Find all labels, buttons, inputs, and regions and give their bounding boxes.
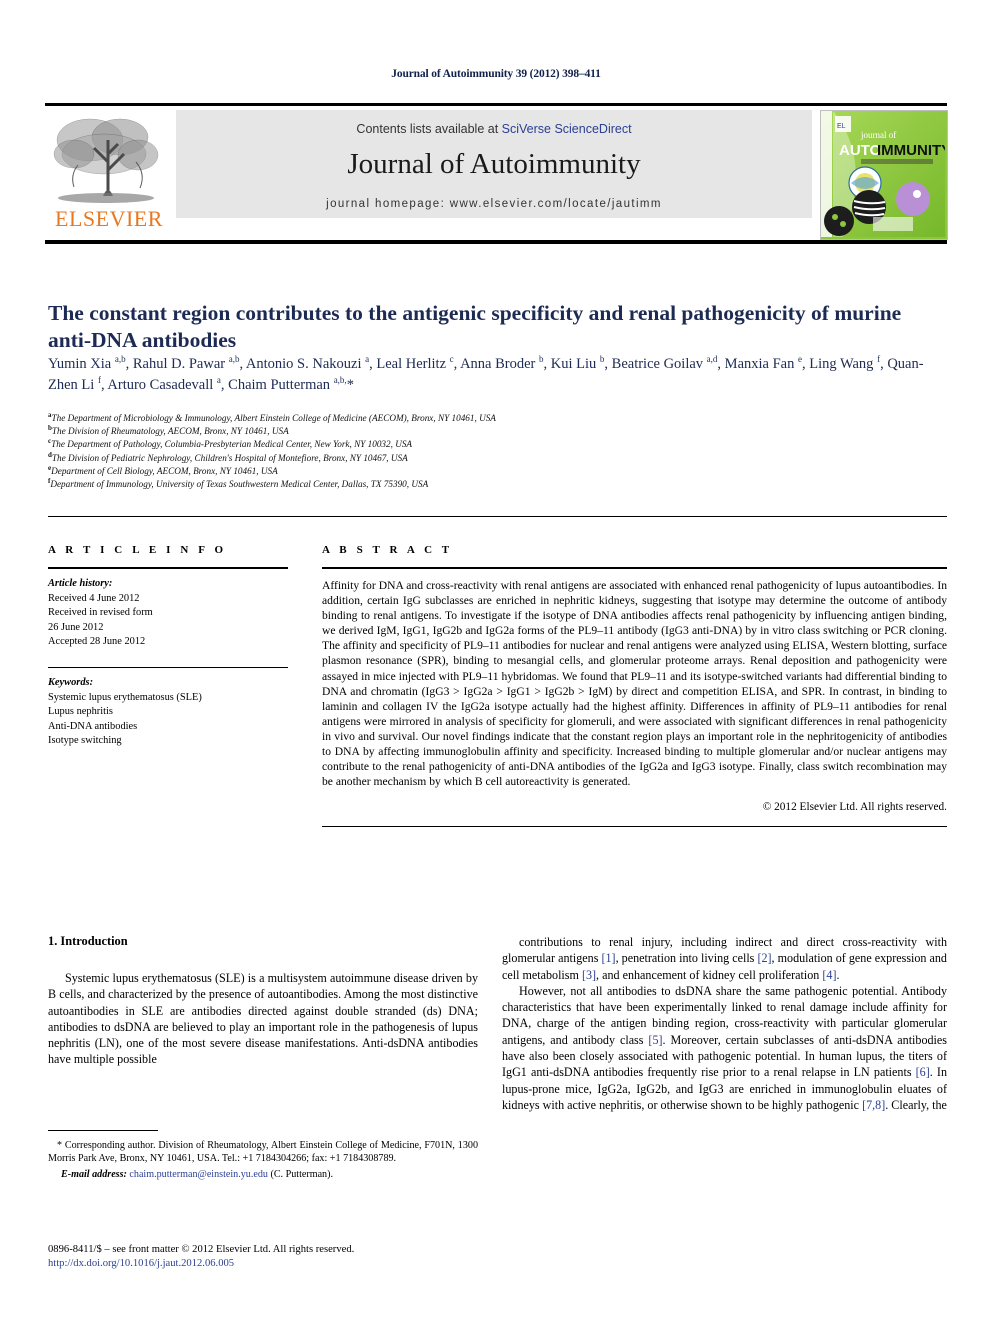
affiliation-text: Department of Immunology, University of …: [50, 479, 429, 490]
sciencedirect-link[interactable]: SciVerse ScienceDirect: [502, 122, 632, 136]
keyword-item: Systemic lupus erythematosus (SLE): [48, 691, 202, 703]
svg-text:journal of: journal of: [860, 130, 896, 140]
introduction-right-column: contributions to renal injury, including…: [502, 934, 947, 1113]
article-history-label: Article history:: [48, 578, 113, 589]
masthead-top-rule: [45, 103, 947, 106]
footnote-block: * Corresponding author. Division of Rheu…: [48, 1139, 478, 1181]
affiliation-item: aThe Department of Microbiology & Immuno…: [48, 411, 748, 425]
affiliation-text: Department of Cell Biology, AECOM, Bronx…: [51, 465, 278, 476]
keyword-item: Lupus nephritis: [48, 706, 113, 718]
journal-title: Journal of Autoimmunity: [347, 148, 641, 180]
article-history-line: Received 4 June 2012: [48, 592, 140, 604]
page-title: The constant region contributes to the a…: [48, 301, 902, 353]
introduction-left-column: 1. Introduction Systemic lupus erythemat…: [48, 934, 478, 1068]
svg-text:EL: EL: [837, 123, 846, 130]
footnote-rule: [48, 1130, 158, 1131]
article-info-heading-rule: [48, 567, 288, 569]
abstract-section-rule: [48, 516, 947, 517]
affiliation-item: bThe Division of Rheumatology, AECOM, Br…: [48, 425, 748, 438]
running-head: Journal of Autoimmunity 39 (2012) 398–41…: [391, 68, 601, 80]
contents-list-prefix: Contents lists available at: [356, 122, 502, 136]
article-info-column: A R T I C L E I N F O Article history: R…: [48, 544, 288, 749]
affiliation-item: dThe Division of Pediatric Nephrology, C…: [48, 451, 748, 465]
introduction-paragraph: Systemic lupus erythematosus (SLE) is a …: [48, 971, 478, 1067]
issn-doi-block: 0896-8411/$ – see front matter © 2012 El…: [48, 1243, 518, 1271]
journal-cover-thumbnail: EL journal of AUTO IMMUNITY: [820, 110, 948, 240]
article-history-line: Accepted 28 June 2012: [48, 636, 146, 648]
affiliation-text: The Department of Microbiology & Immunol…: [51, 413, 496, 423]
doi-link[interactable]: http://dx.doi.org/10.1016/j.jaut.2012.06…: [48, 1257, 518, 1271]
contents-list-line: Contents lists available at SciVerse Sci…: [176, 110, 812, 136]
introduction-paragraph: However, not all antibodies to dsDNA sha…: [502, 983, 947, 1112]
abstract-bottom-rule: [322, 826, 947, 828]
journal-masthead: Contents lists available at SciVerse Sci…: [176, 110, 812, 218]
abstract-column: A B S T R A C T Affinity for DNA and cro…: [322, 544, 947, 828]
abstract-heading: A B S T R A C T: [322, 544, 453, 556]
abstract-text: Affinity for DNA and cross-reactivity wi…: [322, 579, 947, 789]
email-label: E-mail address:: [61, 1168, 127, 1180]
affiliation-list: aThe Department of Microbiology & Immuno…: [48, 411, 748, 491]
masthead-bottom-rule: [45, 240, 947, 244]
affiliation-text: The Division of Rheumatology, AECOM, Bro…: [51, 426, 289, 437]
corresponding-author-note: * Corresponding author. Division of Rheu…: [48, 1140, 478, 1165]
elsevier-wordmark: ELSEVIER: [55, 206, 163, 231]
affiliation-text: The Department of Pathology, Columbia-Pr…: [51, 439, 413, 450]
email-note: E-mail address: chaim.putterman@einstein…: [48, 1168, 478, 1181]
elsevier-tree-icon: [48, 110, 170, 208]
svg-text:IMMUNITY: IMMUNITY: [877, 142, 945, 159]
issn-line: 0896-8411/$ – see front matter © 2012 El…: [48, 1244, 355, 1255]
article-history-block: Article history: Received 4 June 2012 Re…: [48, 577, 288, 650]
svg-text:AUTO: AUTO: [839, 142, 882, 159]
affiliation-item: eDepartment of Cell Biology, AECOM, Bron…: [48, 464, 748, 478]
abstract-heading-rule: [322, 567, 947, 569]
elsevier-logo: ELSEVIER: [48, 110, 170, 236]
introduction-paragraph: contributions to renal injury, including…: [502, 935, 947, 982]
introduction-heading: 1. Introduction: [48, 934, 128, 948]
keywords-block: Keywords: Systemic lupus erythematosus (…: [48, 676, 288, 749]
journal-homepage[interactable]: journal homepage: www.elsevier.com/locat…: [176, 198, 812, 210]
keywords-label: Keywords:: [48, 676, 94, 688]
keywords-divider-rule: [48, 666, 288, 668]
email-link[interactable]: chaim.putterman@einstein.yu.edu: [129, 1169, 268, 1180]
article-history-line: 26 June 2012: [48, 621, 104, 633]
affiliation-text: The Division of Pediatric Nephrology, Ch…: [51, 452, 408, 463]
keyword-item: Anti-DNA antibodies: [48, 720, 138, 732]
affiliation-item: cThe Department of Pathology, Columbia-P…: [48, 438, 748, 451]
paper-page: Journal of Autoimmunity 39 (2012) 398–41…: [0, 0, 992, 1323]
email-owner: (C. Putterman).: [267, 1168, 333, 1180]
affiliation-item: fDepartment of Immunology, University of…: [48, 477, 748, 491]
author-list: Yumin Xia a,b, Rahul D. Pawar a,b, Anton…: [48, 354, 924, 393]
keyword-item: Isotype switching: [48, 735, 122, 747]
article-history-line: Received in revised form: [48, 607, 153, 619]
abstract-copyright: © 2012 Elsevier Ltd. All rights reserved…: [762, 801, 947, 814]
article-info-heading: A R T I C L E I N F O: [48, 544, 227, 556]
